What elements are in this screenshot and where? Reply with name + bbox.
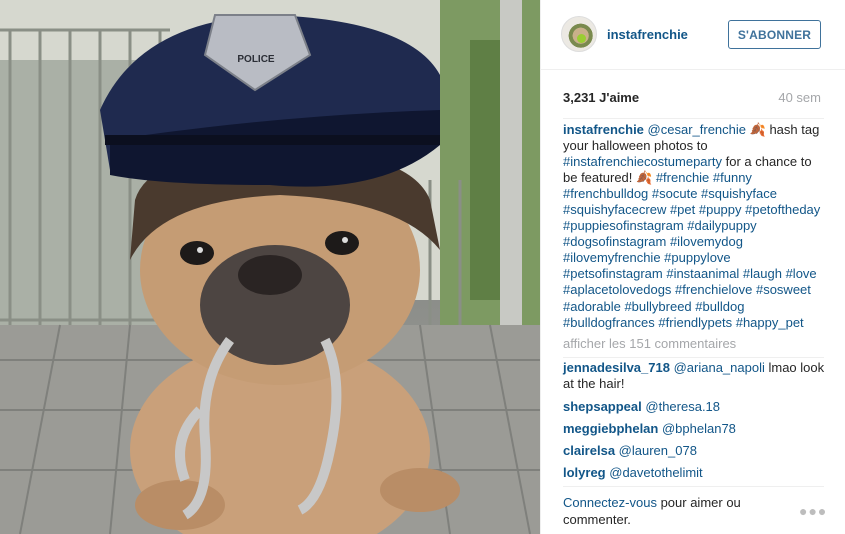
divider xyxy=(563,357,824,358)
comment-mention[interactable]: @theresa.18 xyxy=(645,399,720,414)
post-photo[interactable]: POLICE xyxy=(0,0,540,534)
caption-hashtags[interactable]: #frenchie #funny #frenchbulldog #socute … xyxy=(563,170,820,329)
comment-username[interactable]: shepsappeal xyxy=(563,399,642,414)
comment-mention[interactable]: @ariana_napoli xyxy=(674,360,765,375)
instagram-post: POLICE instafrenchie S'ABONNER 3,231 J'a… xyxy=(0,0,845,534)
comment-username[interactable]: lolyreg xyxy=(563,465,606,480)
comment: meggiebphelan @bphelan78 xyxy=(563,421,829,437)
login-prompt: Connectez-vous pour aimer ou commenter. xyxy=(563,494,793,528)
divider xyxy=(563,486,824,487)
follow-button[interactable]: S'ABONNER xyxy=(728,20,821,49)
comment-username[interactable]: clairelsa xyxy=(563,443,615,458)
post-sidebar: instafrenchie S'ABONNER 3,231 J'aime 40 … xyxy=(540,0,845,534)
comment-username[interactable]: meggiebphelan xyxy=(563,421,658,436)
login-link[interactable]: Connectez-vous xyxy=(563,495,657,510)
dog-police-photo: POLICE xyxy=(0,0,540,534)
divider xyxy=(563,118,824,119)
caption-hashtag-costume[interactable]: #instafrenchiecostumeparty xyxy=(563,154,722,169)
comment: clairelsa @lauren_078 xyxy=(563,443,829,459)
comment: shepsappeal @theresa.18 xyxy=(563,399,829,415)
comment-username[interactable]: jennadesilva_718 xyxy=(563,360,670,375)
post-header: instafrenchie S'ABONNER xyxy=(541,0,845,70)
ellipsis-icon[interactable]: ●●● xyxy=(799,503,827,519)
police-badge-text: POLICE xyxy=(237,54,275,65)
caption-mention[interactable]: @cesar_frenchie xyxy=(648,122,746,137)
comment-mention[interactable]: @lauren_078 xyxy=(619,443,697,458)
caption: instafrenchie @cesar_frenchie 🍂 hash tag… xyxy=(563,122,829,331)
show-comments-link[interactable]: afficher les 151 commentaires xyxy=(563,336,736,351)
comment: lolyreg @davetothelimit xyxy=(563,465,829,481)
avatar[interactable] xyxy=(561,16,597,52)
emoji-leaf-1: 🍂 xyxy=(749,122,766,137)
username-link[interactable]: instafrenchie xyxy=(607,27,688,42)
likes-count[interactable]: 3,231 J'aime xyxy=(563,90,639,105)
caption-username[interactable]: instafrenchie xyxy=(563,122,644,137)
emoji-leaf-2: 🍂 xyxy=(636,170,653,186)
post-age[interactable]: 40 sem xyxy=(778,90,821,105)
comment-mention[interactable]: @davetothelimit xyxy=(609,465,702,480)
comment: jennadesilva_718 @ariana_napoli lmao loo… xyxy=(563,360,829,392)
comment-mention[interactable]: @bphelan78 xyxy=(662,421,736,436)
